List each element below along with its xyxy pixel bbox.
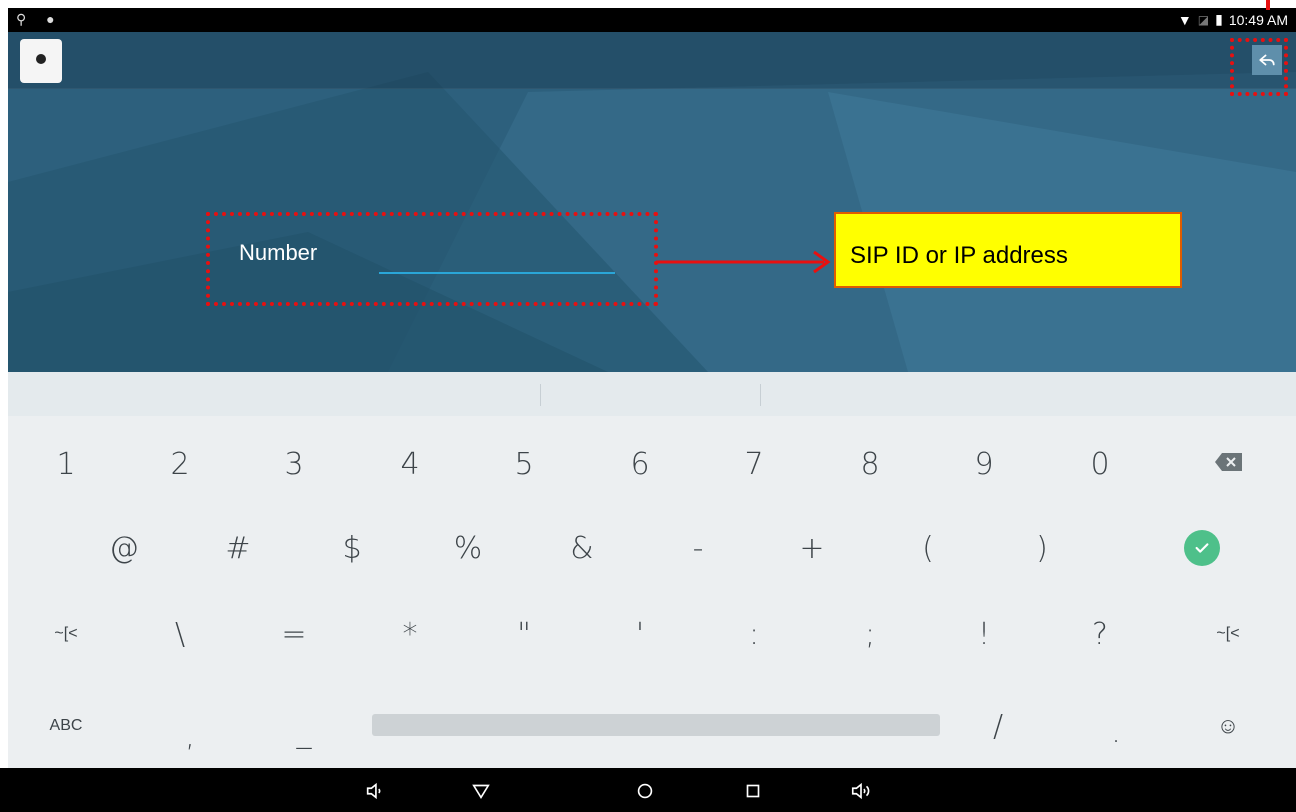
- callout-box: SIP ID or IP address: [834, 212, 1182, 288]
- key-3[interactable]: 3: [254, 424, 334, 504]
- usb-icon: ⚲ ●: [16, 11, 63, 27]
- status-bar: ⚲ ● ▼ ◪ ▮ 10:49 AM: [8, 8, 1296, 32]
- suggestion-divider: [540, 384, 541, 406]
- key-2[interactable]: 2: [140, 424, 220, 504]
- key-question[interactable]: ?: [1060, 594, 1140, 674]
- backspace-icon[interactable]: [1214, 452, 1244, 472]
- done-button[interactable]: [1184, 530, 1220, 566]
- key-6[interactable]: 6: [600, 424, 680, 504]
- key-asterisk[interactable]: *: [370, 594, 450, 674]
- key-semicolon[interactable]: ;: [830, 594, 910, 674]
- key-open-paren[interactable]: (: [888, 508, 968, 588]
- top-margin: [0, 0, 1296, 8]
- key-hash[interactable]: #: [198, 508, 278, 588]
- emoji-icon[interactable]: ☺: [1188, 686, 1268, 766]
- key-exclamation[interactable]: !: [944, 594, 1024, 674]
- signal-icon: ◪: [1197, 12, 1210, 27]
- key-equals[interactable]: =: [254, 594, 334, 674]
- annotation-arrow-stem: [1266, 0, 1270, 10]
- key-underscore[interactable]: _: [264, 692, 344, 772]
- key-plus[interactable]: +: [772, 508, 852, 588]
- key-single-quote[interactable]: ': [600, 594, 680, 674]
- key-ampersand[interactable]: &: [542, 508, 622, 588]
- battery-icon: ▮: [1215, 11, 1223, 27]
- suggestion-divider: [760, 384, 761, 406]
- key-double-quote[interactable]: ": [484, 594, 564, 674]
- home-button[interactable]: [630, 776, 660, 806]
- key-comma[interactable]: ,: [150, 696, 230, 776]
- volume-up-icon: [851, 782, 870, 800]
- key-period[interactable]: .: [1076, 692, 1156, 772]
- number-field-highlight: [206, 212, 658, 306]
- key-at[interactable]: @: [84, 508, 164, 588]
- key-5[interactable]: 5: [484, 424, 564, 504]
- recents-button[interactable]: [738, 776, 768, 806]
- key-dollar[interactable]: $: [312, 508, 392, 588]
- volume-down-icon: [366, 782, 381, 800]
- navigation-bar: [0, 768, 1296, 812]
- key-9[interactable]: 9: [944, 424, 1024, 504]
- key-percent[interactable]: %: [428, 508, 508, 588]
- back-button-highlight: [1230, 38, 1288, 96]
- back-triangle-icon: [472, 784, 490, 799]
- key-backslash[interactable]: \: [140, 594, 220, 674]
- check-icon: [1195, 543, 1209, 553]
- key-4[interactable]: 4: [370, 424, 450, 504]
- space-bar[interactable]: [372, 714, 940, 736]
- key-1[interactable]: 1: [26, 424, 106, 504]
- key-slash[interactable]: /: [958, 686, 1038, 766]
- key-colon[interactable]: :: [714, 594, 794, 674]
- key-minus[interactable]: -: [658, 508, 738, 588]
- suggestion-bar: [8, 372, 1296, 416]
- key-7[interactable]: 7: [714, 424, 794, 504]
- keyboard: 1 2 3 4 5 6 7 8 9 0 @ # $ % & - + ( ) ~[…: [8, 416, 1296, 768]
- app-logo: [20, 39, 62, 83]
- camera-lens-icon: [36, 54, 46, 64]
- app-header: [8, 32, 1296, 89]
- key-close-paren[interactable]: ): [1002, 508, 1082, 588]
- wifi-icon: ▼: [1177, 11, 1192, 28]
- key-symbols-left[interactable]: ~[<: [26, 594, 106, 674]
- key-abc[interactable]: ABC: [26, 686, 106, 766]
- annotation-arrow: [656, 250, 831, 274]
- key-8[interactable]: 8: [830, 424, 910, 504]
- home-circle-icon: [637, 783, 653, 799]
- back-nav-button[interactable]: [466, 776, 496, 806]
- app-screen: Number: [8, 32, 1296, 372]
- key-symbols-right[interactable]: ~[<: [1188, 594, 1268, 674]
- volume-down-button[interactable]: [360, 776, 390, 806]
- volume-up-button[interactable]: [846, 776, 876, 806]
- recents-square-icon: [746, 784, 760, 798]
- status-time: 10:49 AM: [1228, 11, 1288, 28]
- key-0[interactable]: 0: [1060, 424, 1140, 504]
